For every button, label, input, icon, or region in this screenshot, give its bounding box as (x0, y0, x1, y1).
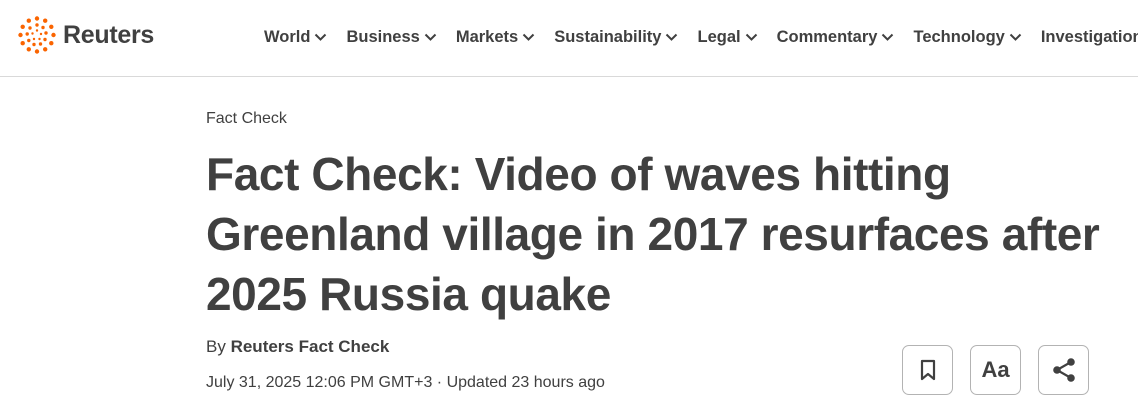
chevron-down-icon (522, 33, 535, 42)
nav-item-sustainability[interactable]: Sustainability (554, 26, 678, 48)
main-nav: World Business Markets Sustainability Le… (264, 26, 1138, 48)
chevron-down-icon (881, 33, 894, 42)
nav-item-label: Technology (913, 27, 1005, 46)
author-link[interactable]: Reuters Fact Check (231, 337, 390, 356)
article-tools: Aa (902, 345, 1089, 395)
share-button[interactable] (1038, 345, 1089, 395)
chevron-down-icon (314, 33, 327, 42)
reuters-wordmark: Reuters (63, 20, 154, 49)
nav-item-markets[interactable]: Markets (456, 26, 535, 48)
nav-item-label: World (264, 27, 311, 46)
nav-item-label: Business (346, 27, 420, 46)
byline: By Reuters Fact Check (206, 337, 389, 357)
text-size-button[interactable]: Aa (970, 345, 1021, 395)
chevron-down-icon (745, 33, 758, 42)
nav-item-legal[interactable]: Legal (697, 26, 757, 48)
nav-item-label: Sustainability (554, 27, 662, 46)
chevron-down-icon (665, 33, 678, 42)
nav-item-technology[interactable]: Technology (913, 26, 1022, 48)
nav-item-label: Legal (697, 27, 741, 46)
nav-item-commentary[interactable]: Commentary (777, 26, 895, 48)
bookmark-icon (920, 359, 935, 381)
nav-item-label: Markets (455, 27, 519, 46)
reuters-logo-icon (18, 16, 56, 54)
nav-item-investigations[interactable]: Investigations (1041, 26, 1138, 48)
publish-dateline: July 31, 2025 12:06 PM GMT+3 · Updated 2… (206, 374, 605, 391)
nav-item-label: Commentary (776, 27, 878, 46)
share-icon (1052, 358, 1075, 382)
article-headline: Fact Check: Video of waves hitting Green… (206, 148, 1100, 320)
site-header: Reuters World Business Markets Sustainab… (0, 0, 1138, 77)
byline-prefix: By (206, 337, 226, 356)
reuters-logo-link[interactable]: Reuters (18, 16, 154, 54)
chevron-down-icon (424, 33, 437, 42)
chevron-down-icon (1009, 33, 1022, 42)
nav-item-label: Investigations (1040, 27, 1138, 46)
section-kicker-link[interactable]: Fact Check (206, 110, 287, 128)
text-size-label: Aa (981, 357, 1010, 382)
nav-item-world[interactable]: World (264, 26, 327, 48)
bookmark-button[interactable] (902, 345, 953, 395)
nav-item-business[interactable]: Business (346, 26, 437, 48)
